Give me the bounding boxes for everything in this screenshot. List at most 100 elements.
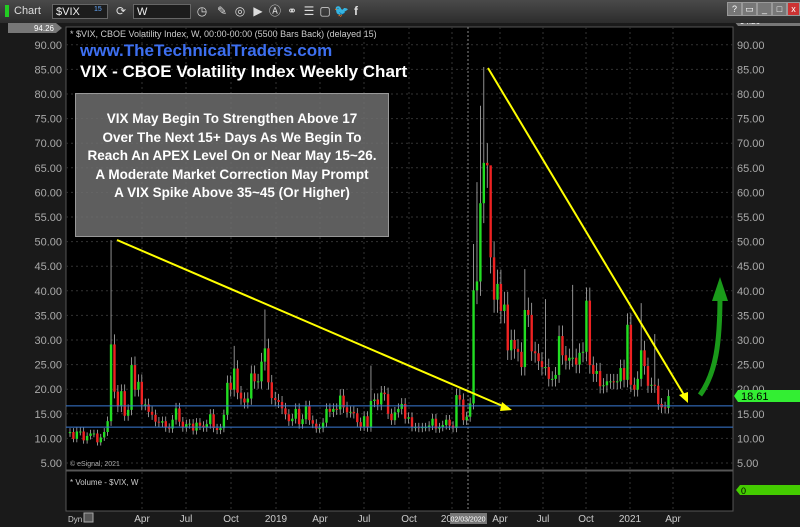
candle-body (482, 162, 486, 204)
x-tick-label: Jul (537, 514, 550, 525)
toolbar: Chart $VIX 15 ⟳ W ◷ ✎ ◎ ▶ Ⓐ ⚭ ☰ ▢ 🐦 f ? … (0, 0, 800, 23)
candle-body (349, 411, 352, 413)
x-tick-label: 2019 (265, 514, 288, 525)
last-price-label: 18.61 (741, 391, 769, 403)
candle-body (236, 368, 239, 393)
candle-body (653, 384, 657, 386)
interval-select[interactable]: W (133, 4, 191, 19)
y-tick-left: 45.00 (34, 261, 62, 273)
candle-body (458, 395, 462, 400)
candle-body (540, 361, 544, 368)
candle-body (455, 395, 458, 429)
dyn-toggle[interactable] (83, 512, 94, 523)
candle-body (527, 309, 530, 315)
candle-body (301, 419, 304, 425)
candle-body (304, 406, 308, 420)
candle-body (260, 361, 263, 382)
candle-body (369, 401, 373, 428)
annotation-line: Over The Next 15+ Days As We Begin To (102, 129, 362, 145)
candle-body (161, 421, 164, 423)
minimize-button[interactable]: _ (757, 2, 772, 16)
y-tick-right: 90.00 (737, 40, 765, 52)
candle-body (523, 309, 527, 368)
x-tick-label: Oct (578, 514, 594, 525)
y-tick-left: 50.00 (34, 237, 62, 249)
y-tick-left: 70.00 (34, 138, 62, 150)
candle-body (109, 344, 113, 422)
candle-body (561, 336, 564, 356)
x-tick-label: Apr (665, 514, 681, 525)
candle-body (544, 367, 547, 369)
candle-body (79, 431, 82, 433)
candle-body (362, 416, 366, 427)
candle-body (198, 422, 202, 426)
candle-body (75, 431, 79, 439)
dyn-label: Dyn (68, 515, 82, 524)
annotation-line: A Moderate Market Correction May Prompt (95, 166, 369, 182)
candle-body (629, 324, 633, 385)
candle-body (232, 368, 236, 390)
candle-body (126, 409, 130, 416)
link-icon[interactable]: ⚭ (285, 4, 299, 18)
candle-body (619, 368, 622, 382)
candle-body (643, 350, 646, 367)
candle-body (431, 418, 434, 426)
help-button[interactable]: ? (727, 2, 742, 16)
y-tick-left: 55.00 (34, 212, 62, 224)
candle-body (250, 373, 253, 399)
restore-button[interactable]: ▭ (742, 2, 757, 16)
candle-body (410, 417, 414, 428)
candle-body (448, 419, 451, 426)
clock-icon[interactable]: ◷ (195, 4, 209, 18)
close-button[interactable]: x (787, 2, 800, 16)
candle-body (380, 392, 383, 405)
candle-body (311, 420, 315, 424)
candle-body (297, 408, 301, 425)
candle-body (571, 357, 574, 359)
candle-body (174, 408, 178, 420)
candle-body (144, 404, 147, 406)
refresh-icon[interactable]: ⟳ (114, 4, 128, 18)
candle-body (291, 418, 294, 422)
crosshair-date: 02/03/2020 (450, 517, 485, 524)
candle-body (547, 367, 550, 379)
candle-body (520, 351, 523, 368)
facebook-icon[interactable]: f (349, 4, 363, 18)
candle-body (503, 304, 506, 311)
watermark: www.TheTechnicalTraders.com (80, 41, 333, 60)
candle-body (267, 348, 270, 383)
candle-body (554, 374, 557, 379)
play-icon[interactable]: ▶ (251, 4, 265, 18)
indicator-icon[interactable]: ◎ (233, 4, 247, 18)
pencil-icon[interactable]: ✎ (215, 4, 229, 18)
x-tick-label: Jul (180, 514, 193, 525)
candle-body (663, 407, 667, 409)
candle-body (486, 162, 489, 166)
candle-body (287, 414, 291, 422)
candle-body (636, 378, 639, 390)
candle-body (472, 290, 475, 404)
y-tick-right: 15.00 (737, 409, 765, 421)
y-tick-right: 25.00 (737, 360, 765, 372)
candle-body (318, 428, 321, 430)
candle-body (89, 433, 92, 436)
candle-body (383, 392, 386, 395)
alert-icon[interactable]: Ⓐ (268, 4, 282, 18)
twitter-icon[interactable]: 🐦 (334, 4, 349, 18)
candle-body (598, 370, 602, 387)
candle-body (328, 408, 332, 412)
candle-body (609, 381, 612, 383)
comment-icon[interactable]: ▢ (318, 4, 332, 18)
y-tick-left: 65.00 (34, 163, 62, 175)
candle-body (92, 433, 96, 435)
maximize-button[interactable]: □ (772, 2, 787, 16)
app-label: Chart (14, 5, 41, 17)
x-tick-label: Apr (492, 514, 508, 525)
candle-body (359, 422, 362, 427)
candle-body (246, 398, 250, 403)
candle-body (263, 348, 267, 362)
candle-body (256, 381, 260, 383)
candle-body (581, 351, 585, 353)
list-icon[interactable]: ☰ (302, 4, 316, 18)
candle-body (475, 281, 479, 291)
